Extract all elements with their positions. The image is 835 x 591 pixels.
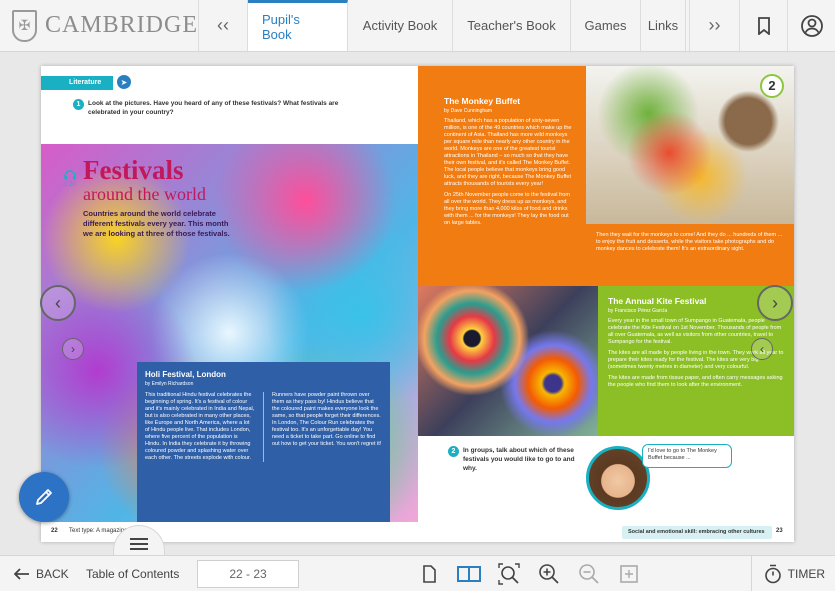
monkey-paragraph-1: Thailand, which has a population of sixt… — [444, 118, 572, 187]
article-title: Festivals around the world — [83, 156, 206, 204]
zoom-out-button[interactable] — [577, 562, 601, 586]
single-page-icon — [423, 564, 436, 583]
timer-icon — [764, 564, 781, 584]
back-label: BACK — [36, 566, 69, 581]
title-line-1: Festivals — [83, 155, 184, 185]
page-number-right: 23 — [776, 528, 783, 534]
page-number-left: 22 — [51, 528, 58, 534]
section-tag: Literature — [41, 76, 113, 90]
unit-badge: 2 — [760, 74, 784, 98]
tab-activity-book[interactable]: Activity Book — [348, 0, 453, 51]
monkey-paragraph-3: Then they wait for the monkeys to come! … — [586, 224, 794, 286]
timer-label: TIMER — [787, 567, 825, 581]
tab-teachers-book[interactable]: Teacher's Book — [453, 0, 571, 51]
tab-links[interactable]: Links — [641, 0, 686, 51]
menu-icon — [130, 537, 148, 550]
page-range-input[interactable]: 22 - 23 — [197, 559, 299, 588]
bookmark-icon — [757, 16, 770, 35]
page-footer-left: 22 Text type: A magazine — [41, 522, 418, 542]
next-spread-small-button[interactable]: ‹ — [751, 338, 773, 360]
page-footer-right: Social and emotional skill: embracing ot… — [418, 522, 794, 542]
top-bar: ✠ CAMBRIDGE ‹‹ Pupil's Book Activity Boo… — [0, 0, 835, 52]
annotate-button[interactable] — [19, 472, 69, 522]
audio-track[interactable]: 1.20 — [63, 170, 77, 188]
monkey-paragraph-2: On 25th November people come to the fest… — [444, 192, 570, 226]
pen-icon — [36, 489, 52, 505]
holi-author: by Emilyn Richardson — [145, 381, 194, 387]
zoom-fit-button[interactable] — [497, 562, 521, 586]
crest-icon: ✠ — [12, 9, 37, 42]
question-text: Look at the pictures. Have you heard of … — [88, 100, 339, 116]
resource-tabs: Pupil's Book Activity Book Teacher's Boo… — [248, 0, 689, 51]
chevron-left-icon: ‹ — [55, 292, 61, 313]
question-number: 1 — [73, 99, 84, 110]
pointer-icon[interactable]: ➤ — [117, 75, 131, 89]
column-divider — [263, 392, 264, 462]
skill-tag: Social and emotional skill: embracing ot… — [622, 526, 772, 539]
table-of-contents-button[interactable]: Table of Contents — [82, 567, 197, 581]
prev-page-button[interactable]: ‹ — [40, 285, 76, 321]
page-left: Literature ➤ 1 Look at the pictures. Have… — [41, 66, 418, 542]
question-number: 2 — [448, 446, 459, 457]
question-2: 2 In groups, talk about which of these fe… — [448, 446, 588, 473]
logo: ✠ CAMBRIDGE — [0, 0, 198, 51]
chevron-right-icon: › — [71, 342, 75, 356]
logo-word: CAMBRIDGE — [44, 12, 198, 38]
prev-spread-small-button[interactable]: › — [62, 338, 84, 360]
user-button[interactable] — [787, 0, 835, 51]
title-line-2: around the world — [83, 184, 206, 204]
girl-avatar — [586, 446, 650, 510]
holi-title: Holi Festival, London — [145, 370, 226, 379]
tab-pupils-book[interactable]: Pupil's Book — [248, 0, 348, 51]
chevron-left-icon: ‹ — [760, 342, 764, 356]
ebook-reader: ✠ CAMBRIDGE ‹‹ Pupil's Book Activity Boo… — [0, 0, 835, 591]
kite-photo — [418, 286, 598, 436]
fullscreen-button[interactable] — [617, 562, 641, 586]
headphones-icon — [64, 170, 76, 180]
back-button[interactable]: BACK — [0, 567, 82, 581]
question-text: In groups, talk about which of these fes… — [463, 447, 575, 472]
fullscreen-icon — [620, 564, 638, 583]
tabs-next-button[interactable]: ›› — [689, 0, 739, 51]
question-1: 1 Look at the pictures. Have you heard of… — [73, 99, 373, 117]
holi-article: Holi Festival, London by Emilyn Richards… — [137, 362, 390, 522]
double-page-icon — [457, 565, 481, 582]
chevron-right-icon: › — [772, 292, 778, 313]
tab-games[interactable]: Games — [571, 0, 641, 51]
user-icon — [800, 14, 823, 37]
monkey-article: The Monkey Buffet by Dave Cunningham Tha… — [418, 66, 586, 286]
book-spread: Literature ➤ 1 Look at the pictures. Have… — [41, 66, 794, 542]
zoom-in-icon — [539, 563, 559, 584]
monkey-author: by Dave Cunningham — [444, 108, 493, 114]
single-page-button[interactable] — [417, 562, 441, 586]
zoom-in-button[interactable] — [537, 562, 561, 586]
audio-track-number: 1.20 — [64, 182, 76, 188]
zoom-out-icon — [579, 563, 599, 584]
holi-column-2: Runners have powder paint thrown over th… — [272, 392, 382, 447]
kite-paragraph-3: The kites are made from tissue paper, an… — [608, 375, 783, 388]
zoom-fit-icon — [498, 562, 520, 585]
back-arrow-icon — [14, 567, 29, 580]
monkey-title: The Monkey Buffet — [444, 96, 521, 106]
next-page-button[interactable]: › — [757, 285, 793, 321]
bottom-bar: BACK Table of Contents 22 - 23 TIMER — [0, 555, 835, 591]
speech-bubble: I'd love to go to The Monkey Buffet beca… — [642, 444, 732, 468]
timer-button[interactable]: TIMER — [750, 556, 825, 591]
tabs-prev-button[interactable]: ‹‹ — [198, 0, 248, 51]
double-page-button[interactable] — [457, 562, 481, 586]
view-tools — [417, 562, 641, 586]
article-subtitle: Countries around the world celebrate dif… — [83, 209, 230, 238]
page-right: The Monkey Buffet by Dave Cunningham Tha… — [418, 66, 794, 542]
holi-column-1: This traditional Hindu festival celebrat… — [145, 392, 255, 461]
bookmark-button[interactable] — [739, 0, 787, 51]
